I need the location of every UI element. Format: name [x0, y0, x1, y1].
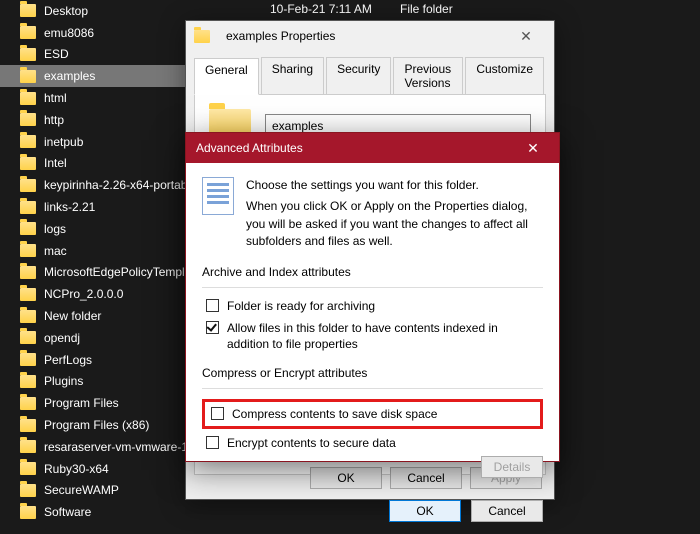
folder-icon [20, 26, 36, 39]
archive-checkbox[interactable] [206, 299, 219, 312]
file-name: Program Files [44, 396, 119, 410]
properties-title: examples Properties [226, 29, 506, 43]
file-name: inetpub [44, 135, 83, 149]
index-label: Allow files in this folder to have conte… [227, 320, 543, 352]
group-archive-label: Archive and Index attributes [202, 265, 543, 279]
encrypt-checkbox[interactable] [206, 436, 219, 449]
compress-checkbox[interactable] [211, 407, 224, 420]
file-name: resaraserver-vm-vmware-1.0 [44, 440, 198, 454]
encrypt-label: Encrypt contents to secure data [227, 435, 396, 451]
advanced-attributes-dialog: Advanced Attributes ✕ Choose the setting… [185, 132, 560, 462]
folder-icon [20, 222, 36, 235]
group-compress-label: Compress or Encrypt attributes [202, 366, 543, 380]
folder-icon [20, 92, 36, 105]
tab-security[interactable]: Security [326, 57, 391, 94]
properties-titlebar[interactable]: examples Properties ✕ [186, 21, 554, 51]
folder-icon [20, 353, 36, 366]
folder-icon [20, 397, 36, 410]
folder-icon [20, 375, 36, 388]
file-name: logs [44, 222, 66, 236]
index-checkbox[interactable] [206, 321, 219, 334]
file-name: html [44, 91, 67, 105]
folder-icon [20, 48, 36, 61]
tab-previous-versions[interactable]: Previous Versions [393, 57, 463, 94]
advanced-intro-line2: When you click OK or Apply on the Proper… [246, 198, 543, 250]
advanced-intro-line1: Choose the settings you want for this fo… [246, 177, 543, 194]
highlight-box: Compress contents to save disk space [202, 399, 543, 429]
folder-icon [194, 30, 210, 43]
divider [202, 388, 543, 389]
file-name: keypirinha-2.26-x64-portab [44, 178, 187, 192]
file-name: NCPro_2.0.0.0 [44, 287, 123, 301]
folder-icon [20, 4, 36, 17]
folder-icon [20, 135, 36, 148]
file-name: Intel [44, 156, 67, 170]
tab-sharing[interactable]: Sharing [261, 57, 324, 94]
close-icon[interactable]: ✕ [506, 28, 546, 45]
divider [202, 287, 543, 288]
details-button[interactable]: Details [481, 456, 543, 478]
advanced-titlebar[interactable]: Advanced Attributes ✕ [186, 133, 559, 163]
folder-icon [20, 419, 36, 432]
compress-label: Compress contents to save disk space [232, 406, 437, 422]
folder-icon [20, 113, 36, 126]
folder-icon [20, 70, 36, 83]
advanced-intro: Choose the settings you want for this fo… [246, 177, 543, 251]
file-name: opendj [44, 331, 80, 345]
type-cell: File folder [400, 0, 500, 22]
file-name: mac [44, 244, 67, 258]
folder-icon [20, 157, 36, 170]
file-name: emu8086 [44, 26, 94, 40]
folder-icon [20, 201, 36, 214]
archive-label: Folder is ready for archiving [227, 298, 375, 314]
folder-icon [20, 331, 36, 344]
tab-general[interactable]: General [194, 58, 259, 95]
close-icon[interactable]: ✕ [517, 140, 549, 157]
file-name: PerfLogs [44, 353, 92, 367]
folder-icon [20, 440, 36, 453]
file-name: Software [44, 505, 91, 519]
cancel-button[interactable]: Cancel [471, 500, 543, 522]
folder-icon [20, 506, 36, 519]
folder-icon [20, 244, 36, 257]
ok-button[interactable]: OK [389, 500, 461, 522]
file-name: examples [44, 69, 95, 83]
properties-tabs: GeneralSharingSecurityPrevious VersionsC… [194, 57, 546, 95]
file-name: Plugins [44, 374, 83, 388]
file-name: Program Files (x86) [44, 418, 149, 432]
folder-icon [20, 266, 36, 279]
file-name: links-2.21 [44, 200, 95, 214]
advanced-title: Advanced Attributes [196, 141, 517, 155]
file-name: New folder [44, 309, 101, 323]
folder-icon [20, 484, 36, 497]
folder-icon [20, 288, 36, 301]
folder-icon [20, 462, 36, 475]
file-name: ESD [44, 47, 69, 61]
file-row[interactable]: Desktop [0, 0, 250, 22]
folder-icon [20, 179, 36, 192]
file-name: SecureWAMP [44, 483, 119, 497]
file-name: Ruby30-x64 [44, 462, 109, 476]
file-name: Desktop [44, 4, 88, 18]
file-name: MicrosoftEdgePolicyTempla [44, 265, 191, 279]
folder-icon [20, 310, 36, 323]
settings-sheet-icon [202, 177, 234, 215]
file-name: http [44, 113, 64, 127]
tab-customize[interactable]: Customize [465, 57, 544, 94]
